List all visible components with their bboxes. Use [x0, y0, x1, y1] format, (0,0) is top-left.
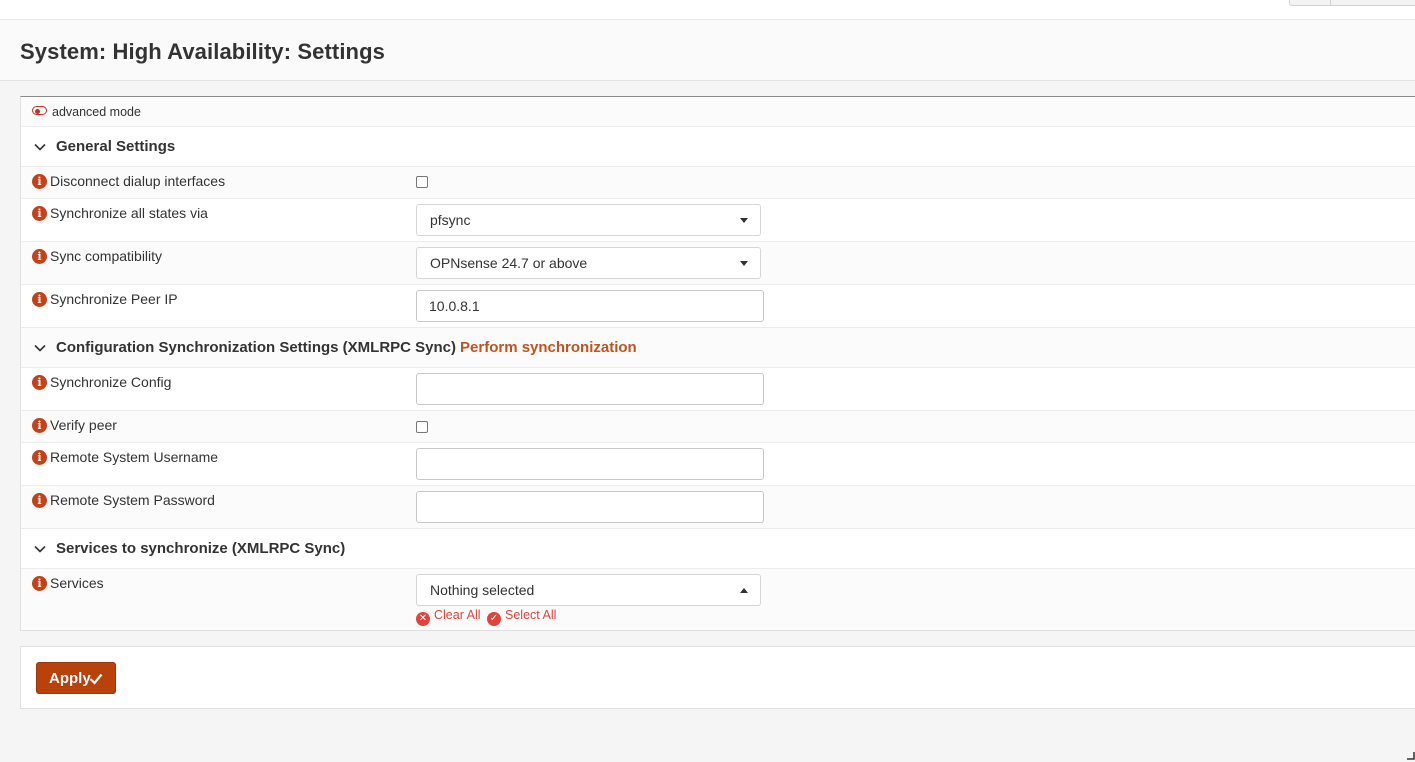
select-all-label: Select All [505, 608, 557, 622]
info-icon[interactable]: i [32, 292, 47, 307]
caret-up-icon [740, 588, 748, 593]
settings-panel: advanced mode General Settings i Disconn… [20, 96, 1415, 631]
section-title-services-sync: Services to synchronize (XMLRPC Sync) [56, 540, 346, 557]
row-sync-compat: i Sync compatibility OPNsense 24.7 or ab… [21, 242, 1415, 285]
section-title-config-sync-text: Configuration Synchronization Settings (… [56, 339, 457, 356]
field-label-sync-states-via: Synchronize all states via [50, 205, 208, 221]
top-navbar [0, 0, 1415, 20]
field-label-remote-password: Remote System Password [50, 492, 215, 508]
field-label-sync-compat: Sync compatibility [50, 248, 163, 264]
section-title-general: General Settings [56, 138, 176, 155]
field-label-sync-peer-ip: Synchronize Peer IP [50, 291, 178, 307]
row-disconnect-dialup: i Disconnect dialup interfaces [21, 167, 1415, 199]
field-label-remote-username: Remote System Username [50, 449, 219, 465]
section-header-general[interactable]: General Settings [21, 127, 1415, 167]
caret-down-icon [740, 261, 748, 266]
navbar-search-widget[interactable] [1289, 0, 1415, 6]
check-circle-icon: ✓ [487, 612, 501, 626]
info-icon[interactable]: i [32, 493, 47, 508]
sync-states-via-select[interactable]: pfsync [416, 204, 761, 236]
perform-synchronization-link[interactable]: Perform synchronization [460, 339, 637, 356]
advanced-mode-toggle[interactable] [32, 106, 47, 115]
apply-panel: Apply [20, 646, 1415, 709]
clear-all-link[interactable]: ✕ Clear All [416, 608, 481, 626]
field-label-sync-config: Synchronize Config [50, 374, 172, 390]
page-title: System: High Availability: Settings [20, 39, 385, 64]
check-icon [89, 673, 103, 685]
info-icon[interactable]: i [32, 375, 47, 390]
chevron-down-icon [34, 143, 46, 151]
row-verify-peer: i Verify peer [21, 411, 1415, 443]
times-circle-icon: ✕ [416, 612, 430, 626]
section-header-config-sync[interactable]: Configuration Synchronization Settings (… [21, 328, 1415, 368]
resize-grip-icon[interactable] [1407, 752, 1415, 760]
section-title-config-sync: Configuration Synchronization Settings (… [56, 339, 637, 356]
info-icon[interactable]: i [32, 174, 47, 189]
info-icon[interactable]: i [32, 249, 47, 264]
field-label-verify-peer: Verify peer [50, 417, 117, 433]
services-value: Nothing selected [430, 582, 535, 598]
row-remote-username: i Remote System Username [21, 443, 1415, 486]
clear-all-label: Clear All [434, 608, 481, 622]
field-label-disconnect-dialup: Disconnect dialup interfaces [50, 173, 226, 189]
row-services: i Services Nothing selected ✕ Clear All ✓… [21, 569, 1415, 630]
field-label-services: Services [50, 575, 104, 591]
row-sync-config: i Synchronize Config [21, 368, 1415, 411]
disconnect-dialup-checkbox[interactable] [416, 176, 428, 188]
caret-down-icon [740, 218, 748, 223]
remote-username-input[interactable] [416, 448, 764, 480]
info-icon[interactable]: i [32, 450, 47, 465]
row-sync-peer-ip: i Synchronize Peer IP [21, 285, 1415, 328]
remote-password-input[interactable] [416, 491, 764, 523]
info-icon[interactable]: i [32, 206, 47, 221]
section-header-services-sync[interactable]: Services to synchronize (XMLRPC Sync) [21, 529, 1415, 569]
services-multiselect[interactable]: Nothing selected [416, 574, 761, 606]
sync-states-via-value: pfsync [430, 212, 471, 228]
row-sync-states-via: i Synchronize all states via pfsync [21, 199, 1415, 242]
row-remote-password: i Remote System Password [21, 486, 1415, 529]
select-all-link[interactable]: ✓ Select All [487, 608, 556, 626]
sync-peer-ip-input[interactable] [416, 290, 764, 322]
info-icon[interactable]: i [32, 576, 47, 591]
advanced-mode-row: advanced mode [21, 97, 1415, 127]
info-icon[interactable]: i [32, 418, 47, 433]
chevron-down-icon [34, 344, 46, 352]
apply-button[interactable]: Apply [36, 662, 116, 694]
sync-compat-value: OPNsense 24.7 or above [430, 255, 588, 271]
advanced-mode-label: advanced mode [52, 105, 141, 119]
sync-compat-select[interactable]: OPNsense 24.7 or above [416, 247, 761, 279]
apply-button-label: Apply [49, 670, 91, 687]
verify-peer-checkbox[interactable] [416, 421, 428, 433]
chevron-down-icon [34, 545, 46, 553]
sync-config-input[interactable] [416, 373, 764, 405]
